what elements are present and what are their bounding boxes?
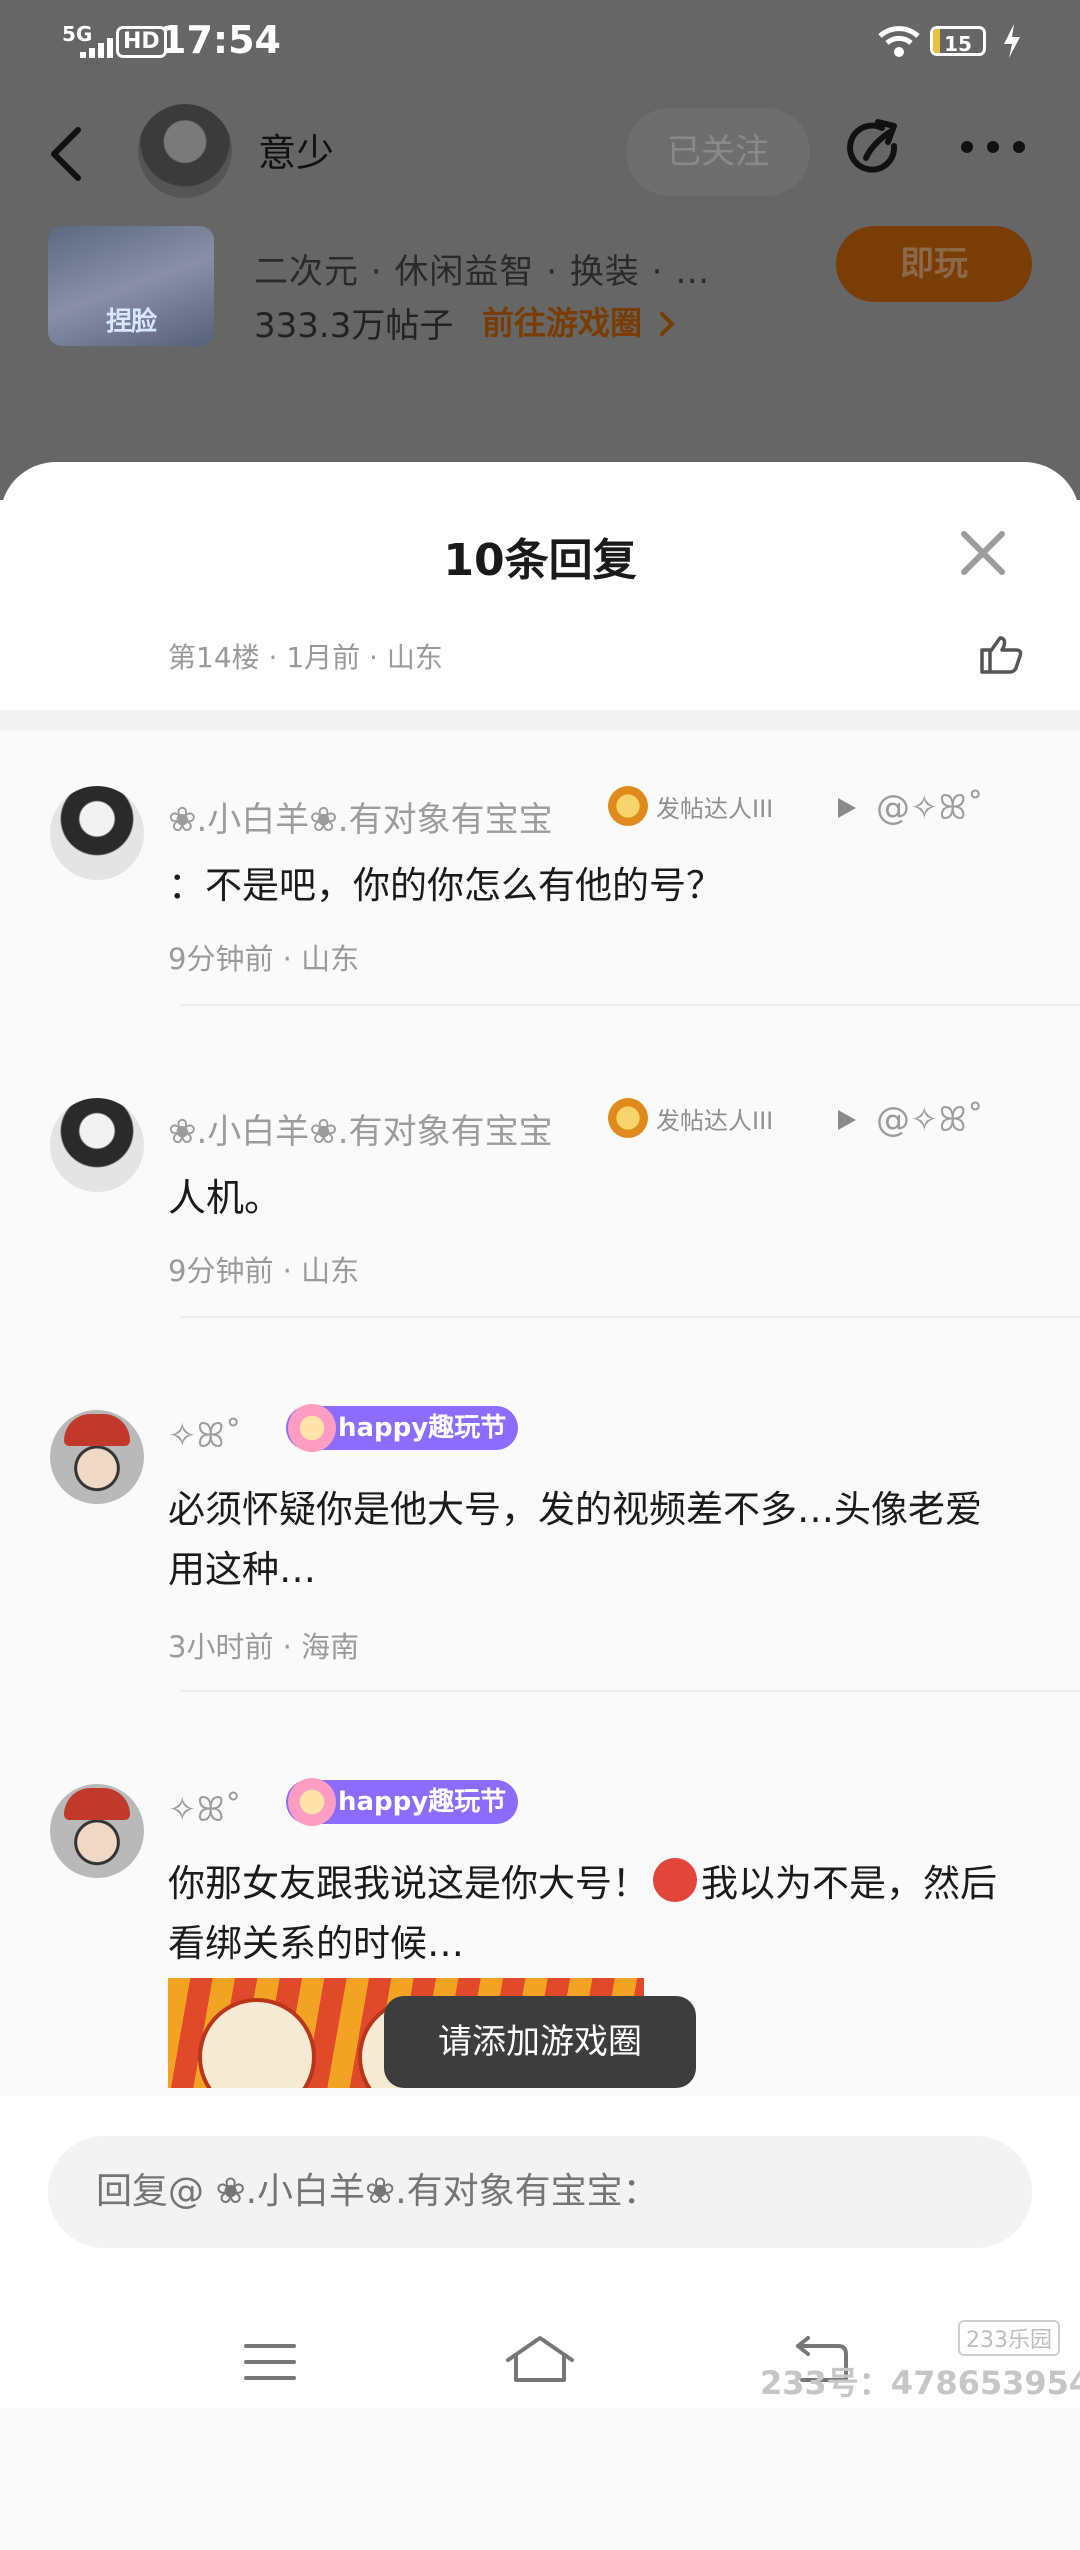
reply-input[interactable]: [48, 2136, 1032, 2248]
event-badge: happy趣玩节: [286, 1404, 519, 1452]
reply-text-part: 你那女友跟我说这是你大号！: [168, 1862, 649, 1905]
avatar[interactable]: [50, 1098, 144, 1192]
reply-username[interactable]: ❀.小白羊❀.有对象有宝宝: [168, 1104, 553, 1153]
play-now-button[interactable]: 即玩: [836, 226, 1032, 302]
angry-emoji-icon: [653, 1858, 697, 1902]
divider: [180, 1690, 1080, 1692]
game-tags: 二次元 · 休闲益智 · 换装 · …: [254, 252, 711, 292]
watermark-id: 233号：478653954: [760, 2364, 1080, 2402]
toast-message: 请添加游戏圈: [384, 1996, 696, 2088]
reply-content: 你那女友跟我说这是你大号！ 我以为不是，然后看绑关系的时候…: [168, 1854, 1018, 1974]
sheet-title: 10条回复: [443, 535, 637, 586]
author-badge: 发帖达人III: [600, 786, 773, 826]
play-icon: [838, 798, 856, 818]
medal-icon: [608, 786, 648, 826]
wifi-icon: [878, 26, 920, 57]
badge-label: 发帖达人III: [656, 794, 774, 823]
reply-username[interactable]: ❀.小白羊❀.有对象有宝宝: [168, 792, 553, 841]
badge-label: 发帖达人III: [656, 1106, 774, 1135]
divider: [180, 1316, 1080, 1318]
game-circle-link-label: 前往游戏圈: [482, 304, 643, 342]
play-icon: [838, 1110, 856, 1130]
floor-meta: 第14楼 · 1月前 · 山东: [168, 641, 443, 674]
reply-meta: 3小时前 · 海南: [168, 1630, 360, 1664]
menu-icon[interactable]: [244, 2342, 296, 2382]
share-icon[interactable]: [844, 118, 908, 182]
event-badge: happy趣玩节: [286, 1778, 519, 1826]
chevron-right-icon: [660, 312, 675, 336]
divider: [180, 1004, 1080, 1006]
signal-icon: [80, 38, 113, 58]
author-avatar[interactable]: [138, 104, 232, 198]
sticker-face: [198, 1998, 316, 2088]
follow-button[interactable]: 已关注: [626, 108, 810, 196]
battery-level: 15: [944, 32, 972, 56]
game-post-count: 333.3万帖子: [254, 306, 454, 346]
like-icon[interactable]: [978, 634, 1024, 674]
battery-icon: 15: [930, 26, 986, 56]
reply-username[interactable]: ✧ꕤ˚: [168, 1790, 242, 1830]
reply-meta: 9分钟前 · 山东: [168, 1254, 360, 1288]
author-badge: 发帖达人III: [600, 1098, 773, 1138]
back-icon[interactable]: [48, 126, 84, 182]
section-divider: [0, 710, 1080, 730]
medal-icon: [608, 1098, 648, 1138]
reply-username[interactable]: ✧ꕤ˚: [168, 1416, 242, 1456]
watermark-brand: 233乐园: [958, 2320, 1060, 2356]
clock: 17:54: [160, 18, 281, 62]
reply-input-bar: 233乐园 233号：478653954: [0, 2096, 1080, 2408]
home-icon[interactable]: [504, 2334, 576, 2384]
reply-content: 人机。: [168, 1176, 283, 1220]
game-thumbnail[interactable]: 捏脸: [48, 226, 214, 346]
status-bar: 5G HD 17:54 15: [0, 0, 1080, 80]
reply-content: ：不是吧，你的你怎么有他的号？: [168, 864, 723, 907]
charging-icon: [1004, 24, 1020, 58]
background-page: 5G HD 17:54 15 意少 已关注 捏脸 二次元 · 休闲益智 · 换装…: [0, 0, 1080, 500]
game-logo-text: 捏脸: [105, 307, 157, 337]
avatar[interactable]: [50, 1784, 144, 1878]
avatar[interactable]: [50, 786, 144, 880]
reply-to-user[interactable]: @✧ꕤ˚: [876, 1100, 984, 1140]
reply-meta: 9分钟前 · 山东: [168, 942, 360, 976]
avatar[interactable]: [50, 1410, 144, 1504]
more-icon[interactable]: [960, 140, 1026, 154]
game-circle-link[interactable]: 前往游戏圈: [482, 298, 675, 344]
author-name[interactable]: 意少: [258, 122, 334, 177]
reply-content: 必须怀疑你是他大号，发的视频差不多…头像老爱用这种…: [168, 1488, 982, 1591]
close-icon[interactable]: [960, 530, 1006, 576]
reply-to-user[interactable]: @✧ꕤ˚: [876, 788, 984, 828]
